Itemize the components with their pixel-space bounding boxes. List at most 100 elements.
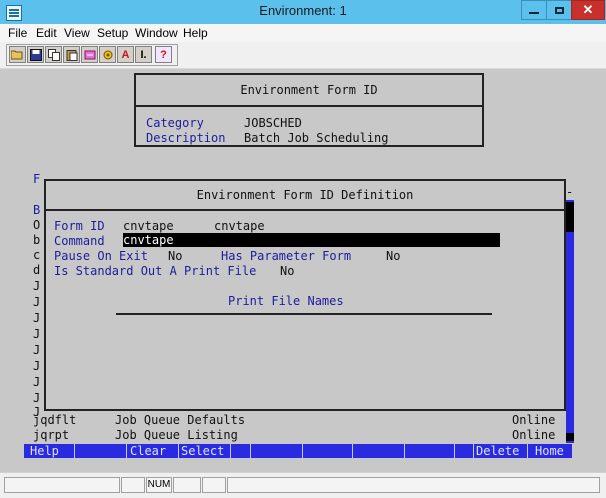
delete-key[interactable]: Delete (476, 444, 519, 458)
clear-key[interactable]: Clear (130, 444, 166, 458)
window-title: Environment: 1 (259, 3, 347, 18)
scrollbar[interactable] (566, 200, 574, 443)
title-bar: Environment: 1 ✕ (0, 0, 606, 24)
print-names-underline (116, 313, 492, 315)
command-input[interactable]: cnvtape (123, 233, 500, 247)
menu-file[interactable]: File (8, 26, 27, 40)
background-letter: J (33, 375, 41, 389)
function-key-bar: Help Clear Select Delete Home (24, 444, 572, 458)
description-label: Description (146, 131, 226, 145)
list-item-description: Job Queue Defaults (115, 413, 246, 427)
category-label: Category (146, 116, 204, 130)
menu-setup[interactable]: Setup (97, 26, 128, 40)
terminal-screen: Environment Form ID Category JOBSCHED De… (0, 69, 606, 472)
description-value: Batch Job Scheduling (244, 131, 389, 145)
maximize-button[interactable] (546, 0, 572, 20)
scrollbar-thumb[interactable] (566, 202, 574, 232)
background-letter: J (33, 359, 41, 373)
key-divider (473, 444, 474, 458)
menu-help[interactable]: Help (183, 26, 208, 40)
home-key[interactable]: Home (535, 444, 564, 458)
background-letter: J (33, 327, 41, 341)
text-size-icon[interactable]: I. (135, 46, 152, 63)
category-value: JOBSCHED (244, 116, 302, 130)
environment-form-panel: Environment Form ID Category JOBSCHED De… (134, 73, 484, 147)
pause-on-exit-value[interactable]: No (168, 249, 182, 263)
background-letter: B (33, 203, 41, 217)
key-divider (454, 444, 455, 458)
background-letter: F (33, 172, 41, 186)
copy-icon[interactable] (45, 46, 62, 63)
num-lock-indicator: NUM (146, 477, 172, 493)
status-pane (4, 477, 120, 493)
scrollbar-bottom-marker (566, 433, 574, 441)
print-file-names-title: Print File Names (228, 294, 344, 308)
list-item-code: jqdflt (33, 413, 77, 427)
list-item-code: jqrpt (33, 428, 70, 442)
open-icon[interactable] (9, 46, 26, 63)
has-parameter-form-value[interactable]: No (386, 249, 400, 263)
menu-edit[interactable]: Edit (36, 26, 57, 40)
text-size-label: I. (140, 48, 147, 61)
font-label: A (121, 48, 130, 61)
key-divider (250, 444, 251, 458)
form-id-label: Form ID (54, 219, 105, 233)
pause-on-exit-label: Pause On Exit (54, 249, 148, 263)
form-id-value[interactable]: cnvtape (123, 219, 174, 233)
minimize-icon (529, 12, 539, 14)
status-pane (227, 477, 600, 493)
font-icon[interactable]: A (117, 46, 134, 63)
key-divider (527, 444, 528, 458)
status-pane (173, 477, 201, 493)
background-letter: J (33, 295, 41, 309)
key-divider (126, 444, 127, 458)
key-divider (302, 444, 303, 458)
minimize-button[interactable] (521, 0, 547, 20)
close-icon: ✕ (582, 2, 594, 17)
background-letter: J (33, 391, 41, 405)
divider (136, 105, 482, 107)
background-letter: c (33, 248, 41, 262)
key-divider (230, 444, 231, 458)
status-bar: NUM (0, 472, 606, 498)
close-button[interactable]: ✕ (571, 0, 605, 20)
menu-bar: File Edit View Setup Window Help (0, 24, 606, 42)
background-letter: O (33, 218, 41, 232)
toolbar: A I. ? (0, 42, 606, 69)
scroll-tick: - (566, 185, 574, 199)
command-value: cnvtape (123, 233, 174, 247)
key-divider (74, 444, 75, 458)
help-icon[interactable]: ? (155, 46, 172, 63)
help-label: ? (160, 48, 167, 61)
list-item-status: Online (512, 413, 556, 427)
paste-icon[interactable] (63, 46, 80, 63)
command-label: Command (54, 234, 105, 248)
menu-view[interactable]: View (64, 26, 90, 40)
status-pane (202, 477, 226, 493)
environment-form-title: Environment Form ID (240, 83, 378, 97)
standard-out-label: Is Standard Out A Print File (54, 264, 257, 278)
status-pane (121, 477, 145, 493)
maximize-icon (554, 6, 564, 14)
key-divider (352, 444, 353, 458)
help-key[interactable]: Help (30, 444, 59, 458)
list-item-status: Online (512, 428, 556, 442)
menu-window[interactable]: Window (135, 26, 178, 40)
select-key[interactable]: Select (181, 444, 224, 458)
has-parameter-form-label: Has Parameter Form (221, 249, 352, 263)
save-icon[interactable] (27, 46, 44, 63)
background-letter: J (33, 279, 41, 293)
definition-panel: Environment Form ID Definition Form ID c… (44, 179, 566, 411)
background-letter: J (33, 343, 41, 357)
palette-icon[interactable] (81, 46, 98, 63)
background-letter: d (33, 263, 41, 277)
list-item-description: Job Queue Listing (115, 428, 238, 442)
standard-out-value[interactable]: No (280, 264, 294, 278)
divider (46, 209, 564, 211)
background-letter: b (33, 233, 41, 247)
settings-icon[interactable] (99, 46, 116, 63)
background-letter: J (33, 311, 41, 325)
definition-title: Environment Form ID Definition (196, 188, 414, 202)
key-divider (404, 444, 405, 458)
key-divider (178, 444, 179, 458)
